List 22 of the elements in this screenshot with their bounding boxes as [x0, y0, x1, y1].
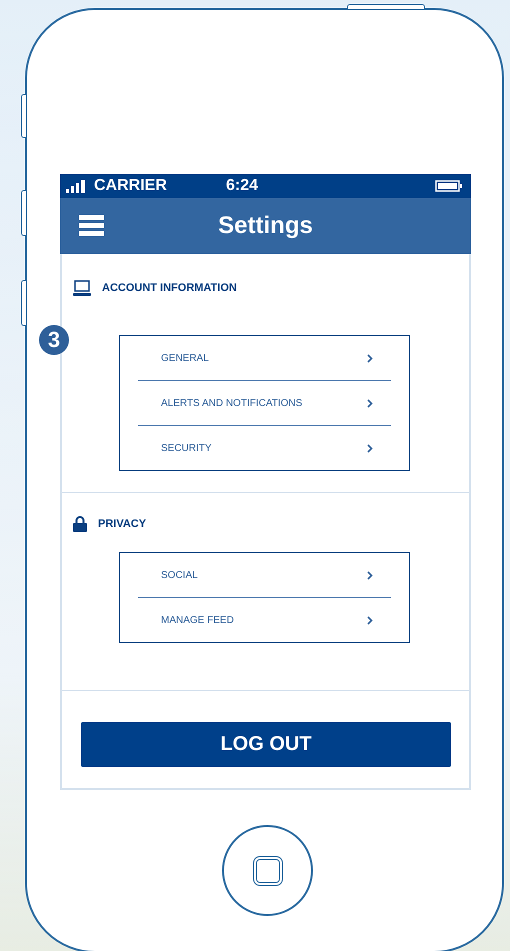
chevron-icon — [367, 570, 373, 580]
menu-item[interactable]: MANAGE FEED — [120, 598, 409, 642]
chevron-icon — [367, 398, 373, 408]
menu-item[interactable]: GENERAL — [120, 336, 409, 380]
laptop-icon — [73, 280, 91, 296]
section-heading: ACCOUNT INFORMATION — [102, 282, 237, 294]
menu-item[interactable]: ALERTS AND NOTIFICATIONS — [120, 381, 409, 425]
home-button[interactable] — [222, 825, 313, 916]
status-time: 6:24 — [226, 177, 260, 195]
carrier-name: CARRIER — [94, 177, 168, 195]
lock-icon — [73, 516, 87, 532]
logout-button[interactable]: LOG OUT — [81, 722, 451, 767]
chevron-icon — [367, 354, 373, 362]
chevron-icon — [367, 616, 373, 624]
menu-icon[interactable] — [79, 215, 104, 237]
screen-title: Settings — [217, 212, 314, 240]
menu-item[interactable]: SOCIAL — [120, 553, 409, 597]
section-heading: PRIVACY — [98, 518, 146, 530]
chevron-icon — [367, 444, 373, 452]
callout-badge: 3 — [39, 325, 69, 355]
battery-icon — [435, 180, 463, 192]
menu-item[interactable]: SECURITY — [120, 426, 409, 470]
